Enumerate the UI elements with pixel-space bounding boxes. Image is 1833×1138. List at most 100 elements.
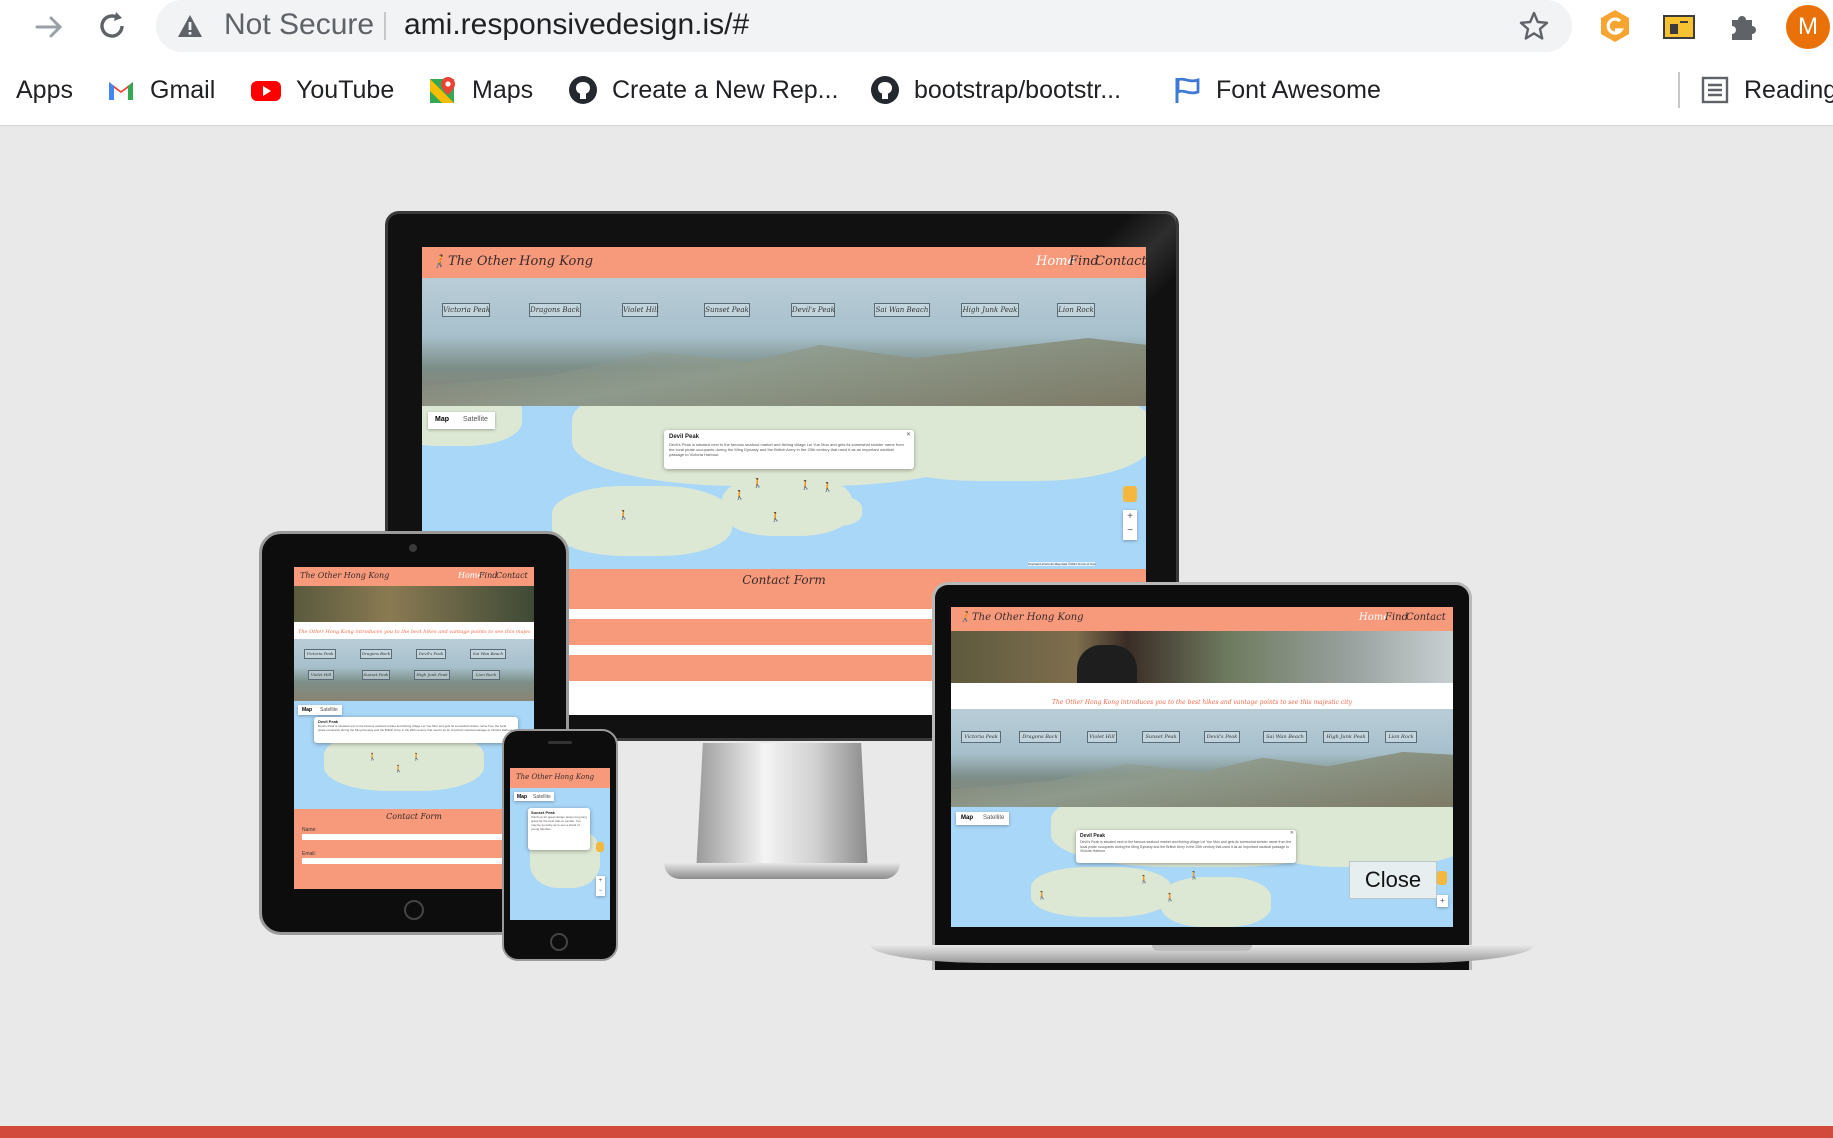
map-button[interactable]: Map <box>428 412 456 429</box>
peak-sai-wan[interactable]: Sai Wan Beach <box>874 303 930 317</box>
tablet-nav-find[interactable]: Find <box>479 571 497 580</box>
close-button[interactable]: Close <box>1349 861 1437 899</box>
tablet-satellite-button[interactable]: Satellite <box>316 705 342 715</box>
bookmark-youtube[interactable]: YouTube <box>250 72 394 108</box>
tablet-map-button[interactable]: Map <box>298 705 316 715</box>
responsive-preview-area: 🚶 The Other Hong Kong Home Find Contact … <box>0 127 1833 1127</box>
laptop-peak[interactable]: Violet Hill <box>1087 731 1117 743</box>
laptop-peak[interactable]: Devil's Peak <box>1204 731 1240 743</box>
info-window-text: Devil's Peak is situated next to the fam… <box>318 724 514 732</box>
flag-icon <box>1172 75 1202 105</box>
tablet-map[interactable]: Map Satellite Devil Peak Devil's Peak is… <box>294 701 534 809</box>
map-land <box>802 496 862 526</box>
hiker-marker-icon[interactable]: 🚶 <box>1189 871 1199 880</box>
hiker-marker-icon[interactable]: 🚶 <box>618 510 629 521</box>
hiker-marker-icon[interactable]: 🚶 <box>770 512 781 523</box>
peak-high-junk[interactable]: High Junk Peak <box>961 303 1019 317</box>
laptop-peak[interactable]: High Junk Peak <box>1323 731 1369 743</box>
peak-sunset[interactable]: Sunset Peak <box>704 303 750 317</box>
hiker-marker-icon[interactable]: 🚶 <box>1139 875 1149 884</box>
tablet-peak[interactable]: Lion Rock <box>472 670 500 680</box>
nav-contact[interactable]: Contact <box>1095 254 1146 269</box>
hiker-marker-icon[interactable]: 🚶 <box>734 490 745 501</box>
tablet-peak[interactable]: Dragons Back <box>360 649 392 659</box>
phone-satellite-button[interactable]: Satellite <box>530 792 554 801</box>
tablet-home-button[interactable] <box>404 900 424 920</box>
puzzle-icon[interactable] <box>1726 10 1760 44</box>
pegman-icon[interactable] <box>1437 871 1447 885</box>
pegman-icon[interactable] <box>596 842 604 852</box>
forward-icon[interactable] <box>32 10 66 44</box>
hiker-marker-icon[interactable]: 🚶 <box>368 753 377 761</box>
phone-home-button[interactable] <box>550 933 568 951</box>
satellite-button[interactable]: Satellite <box>456 412 495 429</box>
laptop-peak[interactable]: Sai Wan Beach <box>1263 731 1307 743</box>
address-bar[interactable]: Not Secure ami.responsivedesign.is/# <box>156 0 1572 52</box>
peak-dragons-back[interactable]: Dragons Back <box>529 303 581 317</box>
laptop-peak[interactable]: Victoria Peak <box>961 731 1001 743</box>
laptop-info-window: Devil Peak Devil's Peak is situated next… <box>1076 830 1296 863</box>
tablet-screen: The Other Hong Kong Home Find Contact Th… <box>294 567 534 889</box>
hiker-marker-icon[interactable]: 🚶 <box>412 753 421 761</box>
phone-map[interactable]: Map Satellite Sunset Peak Climb up for g… <box>510 788 610 920</box>
tablet-email-label: Email: <box>302 851 316 857</box>
peak-victoria[interactable]: Victoria Peak <box>442 303 490 317</box>
profile-avatar[interactable]: M <box>1786 5 1830 49</box>
hiker-marker-icon[interactable]: 🚶 <box>394 765 403 773</box>
zoom-in-button[interactable]: + <box>596 876 605 886</box>
zoom-control: + − <box>1123 510 1137 540</box>
close-icon[interactable]: ✕ <box>1290 830 1294 836</box>
laptop-brand[interactable]: The Other Hong Kong <box>972 612 1084 623</box>
site-brand[interactable]: The Other Hong Kong <box>448 254 593 269</box>
reload-icon[interactable] <box>94 8 130 44</box>
phone-brand[interactable]: The Other Hong Kong <box>516 773 594 781</box>
laptop-peak[interactable]: Lion Rock <box>1385 731 1417 743</box>
url-text[interactable]: ami.responsivedesign.is/# <box>404 8 749 42</box>
grammarly-extension-icon[interactable] <box>1598 8 1632 44</box>
laptop-map-button[interactable]: Map <box>956 812 978 825</box>
phone-map-button[interactable]: Map <box>514 792 530 801</box>
reading-list[interactable]: Reading <box>1700 72 1833 108</box>
tablet-name-label: Name: <box>302 827 317 833</box>
bookmark-maps[interactable]: Maps <box>428 72 533 108</box>
tablet-contact-section: Contact Form Name: Email: <box>294 809 534 889</box>
tablet-brand[interactable]: The Other Hong Kong <box>300 571 389 580</box>
hiker-marker-icon[interactable]: 🚶 <box>1165 893 1175 902</box>
tablet-peak[interactable]: Victoria Peak <box>304 649 336 659</box>
zoom-in-button[interactable]: + <box>1123 510 1137 524</box>
tablet-email-input[interactable] <box>302 858 526 864</box>
peak-violet-hill[interactable]: Violet Hill <box>622 303 659 317</box>
hiker-marker-icon[interactable]: 🚶 <box>822 482 833 493</box>
hiker-marker-icon[interactable]: 🚶 <box>752 478 763 489</box>
warning-icon[interactable] <box>176 12 204 40</box>
peak-lion-rock[interactable]: Lion Rock <box>1057 303 1095 317</box>
bookmark-bootstrap[interactable]: bootstrap/bootstr... <box>870 72 1121 108</box>
peak-devils[interactable]: Devil's Peak <box>791 303 835 317</box>
pegman-icon[interactable] <box>1123 486 1137 502</box>
laptop-peak[interactable]: Dragons Back <box>1019 731 1061 743</box>
laptop-nav-find[interactable]: Find <box>1385 612 1408 623</box>
bookmark-apps[interactable]: Apps <box>16 72 73 108</box>
hiker-marker-icon[interactable]: 🚶 <box>1037 891 1047 900</box>
bookmark-gmail[interactable]: Gmail <box>106 72 215 108</box>
extension-icon[interactable] <box>1662 12 1696 42</box>
bookmark-create-repo[interactable]: Create a New Rep... <box>568 72 839 108</box>
laptop-satellite-button[interactable]: Satellite <box>978 812 1009 825</box>
laptop-peak[interactable]: Sunset Peak <box>1142 731 1180 743</box>
laptop-nav-contact[interactable]: Contact <box>1406 612 1446 623</box>
tablet-peak[interactable]: Devil's Peak <box>416 649 446 659</box>
tablet-nav-contact[interactable]: Contact <box>496 571 528 580</box>
tablet-peak[interactable]: Sai Wan Beach <box>470 649 506 659</box>
hiker-marker-icon[interactable]: 🚶 <box>800 480 811 491</box>
bookmark-font-awesome[interactable]: Font Awesome <box>1172 72 1381 108</box>
zoom-in-button[interactable]: + <box>1437 895 1448 907</box>
security-label[interactable]: Not Secure <box>224 8 374 42</box>
close-icon[interactable]: ✕ <box>906 431 911 438</box>
tablet-peak[interactable]: High Junk Peak <box>414 670 450 680</box>
zoom-out-button[interactable]: − <box>1123 524 1137 538</box>
zoom-out-button[interactable]: − <box>596 886 605 896</box>
tablet-peak[interactable]: Sunset Peak <box>362 670 390 680</box>
star-icon[interactable] <box>1518 10 1550 42</box>
tablet-peak[interactable]: Violet Hill <box>308 670 334 680</box>
tablet-name-input[interactable] <box>302 834 526 840</box>
